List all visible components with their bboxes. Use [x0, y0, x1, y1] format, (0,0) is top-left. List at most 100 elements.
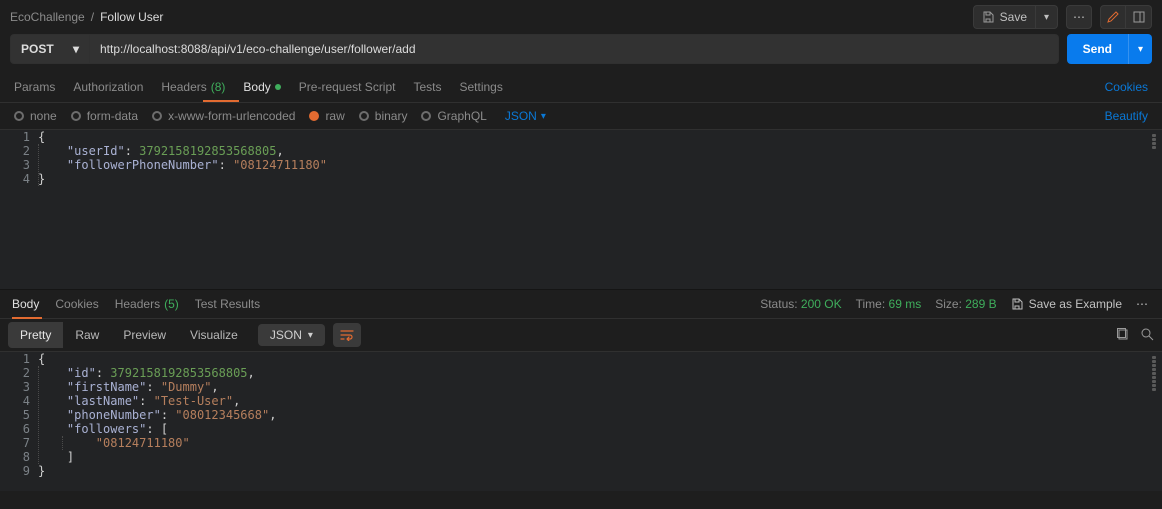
radio-icon	[14, 111, 24, 121]
tab-authorization[interactable]: Authorization	[73, 80, 143, 94]
send-options-button[interactable]: ▾	[1128, 34, 1152, 64]
json-key: "followers"	[67, 422, 146, 436]
json-key: "firstName"	[67, 380, 146, 394]
edit-view-button[interactable]	[1100, 5, 1126, 29]
body-type-raw[interactable]: raw	[309, 109, 344, 123]
response-format-value: JSON	[270, 328, 302, 342]
response-body-viewer[interactable]: 1{ 2 "id": 3792158192853568805, 3 "first…	[0, 351, 1162, 491]
view-preview[interactable]: Preview	[111, 322, 178, 348]
response-format-select[interactable]: JSON ▾	[258, 324, 325, 346]
pencil-icon	[1106, 10, 1120, 24]
json-key: "phoneNumber"	[67, 408, 161, 422]
body-type-row: none form-data x-www-form-urlencoded raw…	[0, 103, 1162, 129]
breadcrumb-collection[interactable]: EcoChallenge	[10, 10, 85, 24]
body-type-label: form-data	[87, 109, 138, 123]
resp-time-label: Time:	[856, 297, 886, 311]
chevron-down-icon: ▾	[73, 42, 79, 56]
json-key: "lastName"	[67, 394, 139, 408]
http-method-value: POST	[21, 42, 54, 56]
chevron-down-icon: ▾	[1044, 12, 1049, 23]
json-value: "08124711180"	[96, 436, 190, 450]
view-raw[interactable]: Raw	[63, 322, 111, 348]
active-tab-underline	[12, 317, 42, 319]
resp-time-value: 69 ms	[889, 297, 922, 311]
json-value: "Test-User"	[154, 394, 233, 408]
tab-tests[interactable]: Tests	[413, 80, 441, 94]
docs-view-button[interactable]	[1126, 5, 1152, 29]
resp-size-value: 289 B	[965, 297, 996, 311]
resp-status-label: Status:	[760, 297, 797, 311]
body-type-formdata[interactable]: form-data	[71, 109, 138, 123]
raw-format-select[interactable]: JSON ▾	[505, 109, 546, 123]
resp-time: Time: 69 ms	[856, 297, 922, 311]
save-icon	[982, 11, 994, 23]
url-wrap: POST ▾	[10, 34, 1059, 64]
active-tab-underline	[203, 100, 239, 102]
send-button[interactable]: Send	[1067, 34, 1128, 64]
response-view-row: Pretty Raw Preview Visualize JSON ▾	[0, 319, 1162, 351]
view-pretty[interactable]: Pretty	[8, 322, 63, 348]
more-actions-button[interactable]: ⋯	[1066, 5, 1092, 29]
resp-tab-cookies[interactable]: Cookies	[55, 297, 98, 311]
radio-icon	[359, 111, 369, 121]
search-response-button[interactable]	[1140, 327, 1154, 344]
http-method-select[interactable]: POST ▾	[10, 34, 90, 64]
request-url-row: POST ▾ Send ▾	[0, 34, 1162, 72]
body-changed-dot-icon	[275, 84, 281, 90]
search-icon	[1140, 327, 1154, 341]
view-visualize[interactable]: Visualize	[178, 322, 250, 348]
tab-body-label: Body	[243, 80, 270, 94]
tab-body[interactable]: Body	[243, 80, 280, 94]
resp-tab-tests[interactable]: Test Results	[195, 297, 260, 311]
tab-headers-label: Headers	[161, 80, 206, 94]
json-key: "id"	[67, 366, 96, 380]
dots-icon: ⋯	[1073, 10, 1085, 24]
json-value: 3792158192853568805	[110, 366, 247, 380]
resp-status: Status: 200 OK	[760, 297, 841, 311]
resp-tab-headers-count: (5)	[164, 297, 179, 311]
cookies-link[interactable]: Cookies	[1105, 80, 1148, 94]
json-key: "followerPhoneNumber"	[67, 158, 219, 172]
panel-icon	[1132, 10, 1146, 24]
json-value: 3792158192853568805	[139, 144, 276, 158]
radio-icon	[152, 111, 162, 121]
tab-prerequest[interactable]: Pre-request Script	[299, 80, 396, 94]
body-type-none[interactable]: none	[14, 109, 57, 123]
breadcrumb-request[interactable]: Follow User	[100, 10, 163, 24]
wrap-icon	[340, 329, 354, 341]
request-view-toggle	[1100, 5, 1152, 29]
url-input[interactable]	[90, 34, 1059, 64]
copy-response-button[interactable]	[1116, 327, 1130, 344]
body-type-binary[interactable]: binary	[359, 109, 408, 123]
breadcrumb: EcoChallenge / Follow User	[10, 10, 163, 24]
save-label: Save	[1000, 10, 1027, 24]
request-body-editor[interactable]: 1{ 2 "userId": 3792158192853568805, 3 "f…	[0, 129, 1162, 289]
save-button[interactable]: Save	[973, 5, 1036, 29]
resp-tab-headers[interactable]: Headers (5)	[115, 297, 179, 311]
beautify-link[interactable]: Beautify	[1105, 109, 1148, 123]
chevron-down-icon: ▾	[1138, 44, 1143, 55]
resp-size-label: Size:	[935, 297, 962, 311]
top-actions: Save ▾ ⋯	[973, 5, 1152, 29]
raw-format-value: JSON	[505, 109, 537, 123]
json-value: "08012345668"	[175, 408, 269, 422]
resp-tab-body[interactable]: Body	[12, 297, 39, 311]
response-more-button[interactable]: ⋯	[1136, 297, 1150, 311]
breadcrumb-sep: /	[91, 10, 94, 24]
save-as-example-button[interactable]: Save as Example	[1011, 297, 1122, 311]
copy-icon	[1116, 327, 1130, 341]
wrap-lines-button[interactable]	[333, 323, 361, 347]
view-mode-segment: Pretty Raw Preview Visualize	[8, 322, 250, 348]
body-type-graphql[interactable]: GraphQL	[421, 109, 486, 123]
tab-headers[interactable]: Headers (8)	[161, 80, 225, 94]
topbar: EcoChallenge / Follow User Save ▾ ⋯	[0, 0, 1162, 34]
save-options-button[interactable]: ▾	[1036, 5, 1058, 29]
chevron-down-icon: ▾	[541, 111, 546, 122]
tab-settings[interactable]: Settings	[460, 80, 503, 94]
response-tools	[1116, 327, 1154, 344]
tab-params[interactable]: Params	[14, 80, 55, 94]
save-icon	[1011, 298, 1023, 310]
response-meta: Status: 200 OK Time: 69 ms Size: 289 B S…	[760, 297, 1150, 311]
response-tabs: Body Cookies Headers (5) Test Results	[12, 297, 260, 311]
body-type-xwww[interactable]: x-www-form-urlencoded	[152, 109, 295, 123]
